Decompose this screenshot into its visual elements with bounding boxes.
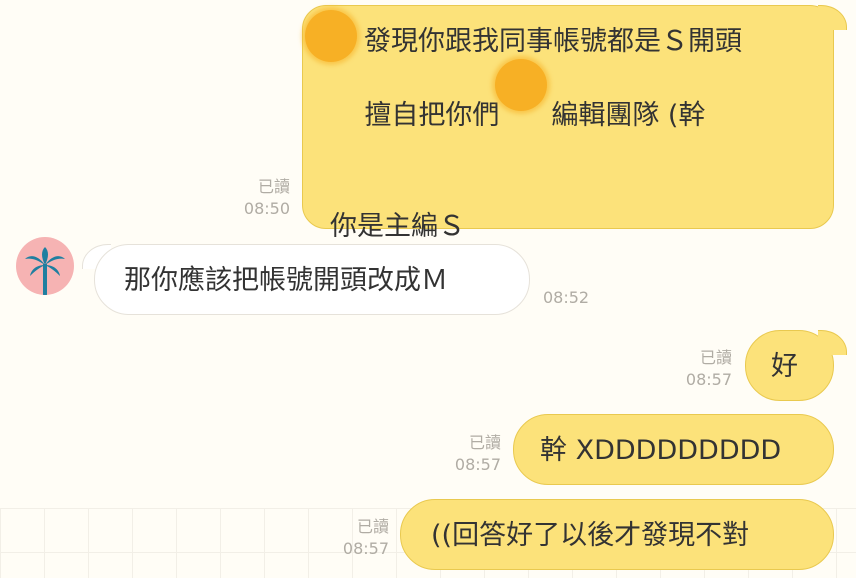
read-status: 已讀 [699,348,732,367]
message-4-text: 幹 XDDDDDDDDD [540,435,782,466]
palm-tree-icon [25,247,65,295]
redaction-blur-1 [305,10,357,62]
message-1-line-1: 發現你跟我同事帳號都是Ｓ開頭 [364,26,742,57]
message-2-meta: 08:52 [543,287,613,309]
message-5-text: ((回答好了以後才發現不對 [431,520,750,551]
message-1-meta: 已讀 08:50 [220,176,290,220]
message-time: 08:52 [543,288,590,307]
message-1-line-2-part-2: 編輯團隊 (幹 [551,100,706,131]
message-3-meta: 已讀 08:57 [662,347,732,391]
message-5-meta: 已讀 08:57 [319,516,389,560]
read-status: 已讀 [468,433,501,452]
read-status: 已讀 [257,177,290,196]
contact-avatar[interactable] [16,237,74,295]
message-1-line-4: 你是主編Ｓ [330,211,465,242]
message-time: 08:57 [685,370,732,389]
message-bubble-1[interactable]: 發現你跟我同事帳號都是Ｓ開頭 擅自把你們編輯團隊 (幹 你是主編Ｓ 同事是副編Ｓ [302,5,834,279]
message-time: 08:50 [243,199,290,218]
read-status: 已讀 [356,517,389,536]
message-bubble-2[interactable]: 那你應該把帳號開頭改成Ｍ [94,244,530,315]
message-time: 08:57 [342,539,389,558]
message-4-meta: 已讀 08:57 [431,432,501,476]
message-time: 08:57 [454,455,501,474]
message-bubble-4[interactable]: 幹 XDDDDDDDDD [513,414,834,485]
message-1-line-2-part-1: 擅自把你們 [364,100,500,131]
bubble-tail [818,5,847,30]
bubble-tail [818,330,847,355]
message-2-text: 那你應該把帳號開頭改成Ｍ [124,265,448,296]
redaction-blur-2 [495,59,547,111]
message-1-line-2: 擅自把你們 編輯團隊 (幹 [330,60,833,171]
message-bubble-5[interactable]: ((回答好了以後才發現不對 [400,499,834,570]
